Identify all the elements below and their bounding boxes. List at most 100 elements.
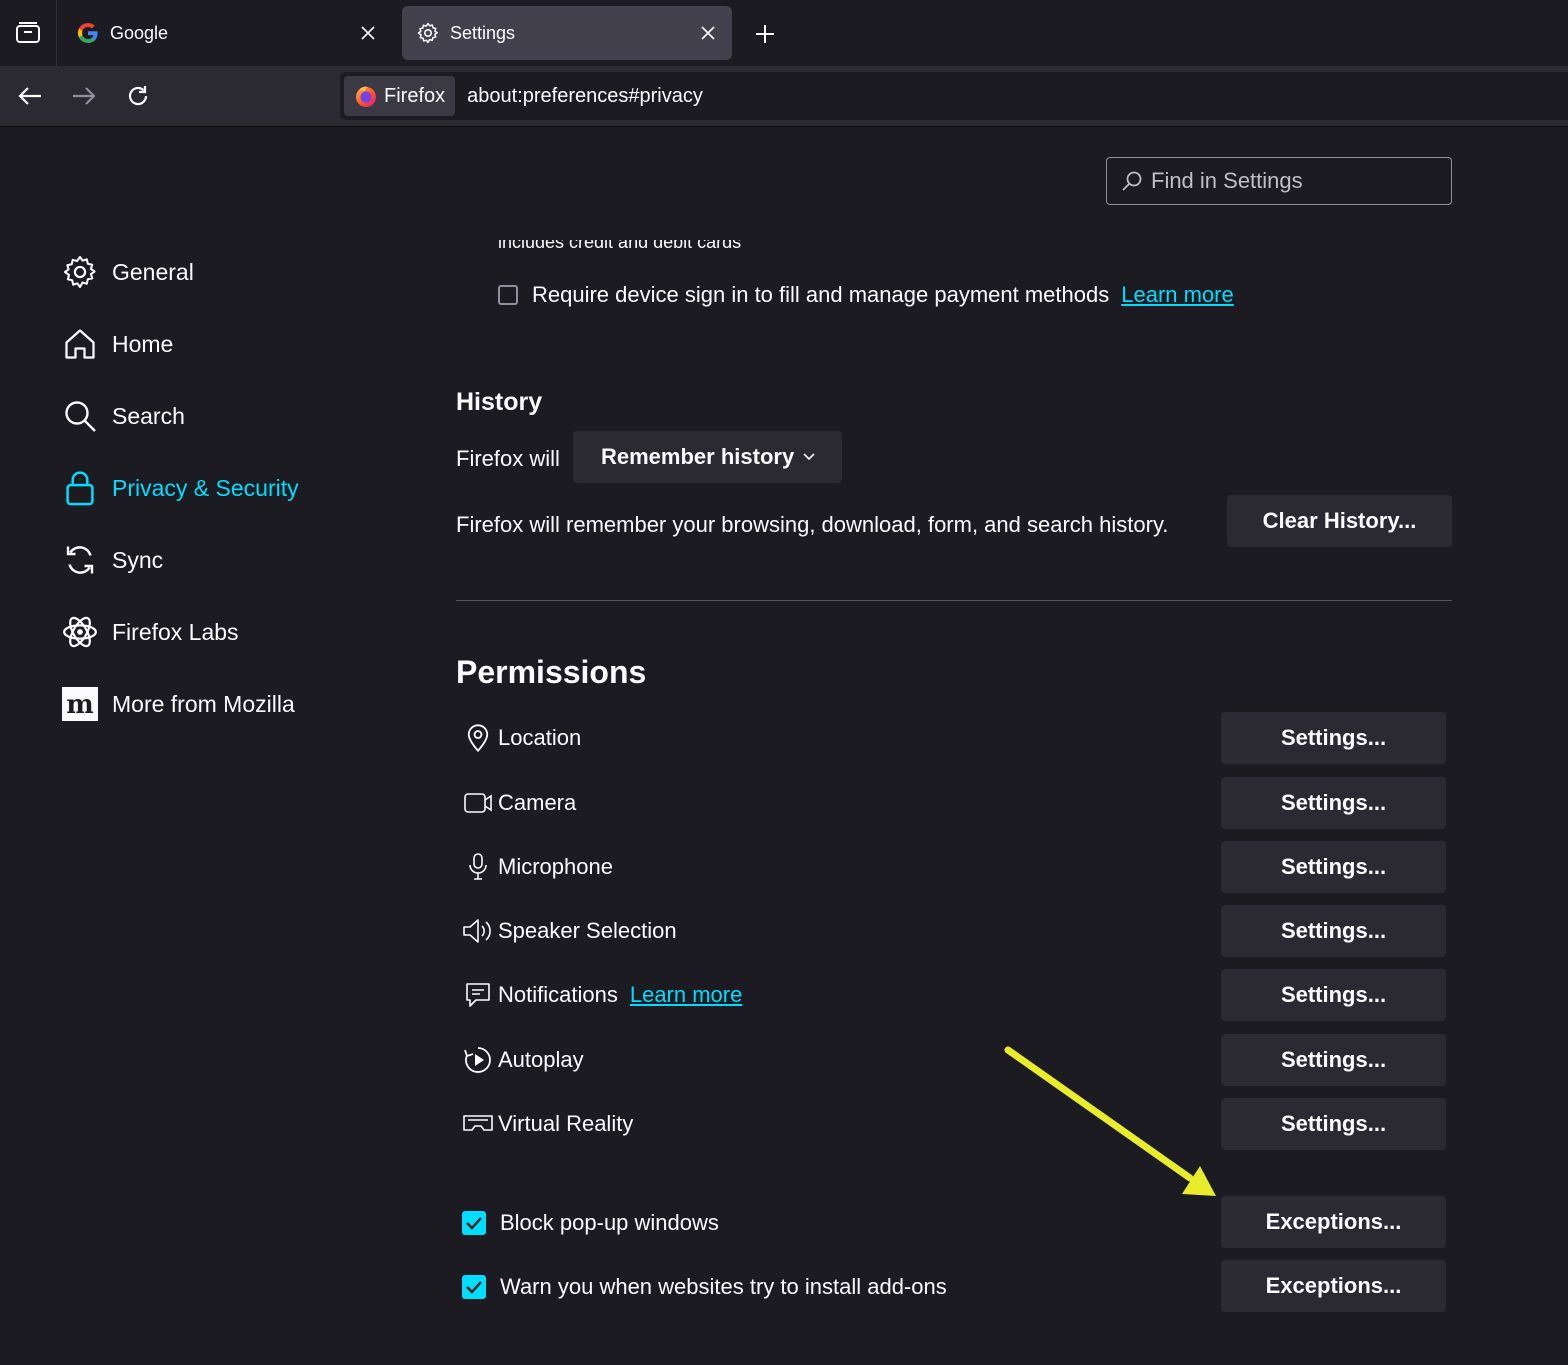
- history-description: Firefox will remember your browsing, dow…: [456, 512, 1169, 537]
- search-icon: [60, 396, 100, 436]
- block-popups-label[interactable]: Block pop-up windows: [500, 1210, 719, 1236]
- permission-label: Microphone: [498, 854, 613, 879]
- camera-icon: [462, 787, 494, 819]
- url-text[interactable]: about:preferences#privacy: [467, 85, 703, 108]
- sidebar-item-label: Search: [112, 402, 185, 429]
- permission-speaker-selection: Speaker Selection: [456, 905, 677, 957]
- permission-label: Notifications: [498, 982, 618, 1007]
- tab-settings[interactable]: Settings: [402, 6, 732, 60]
- clear-history-button[interactable]: Clear History...: [1227, 495, 1452, 547]
- addons-exceptions-button[interactable]: Exceptions...: [1221, 1260, 1446, 1312]
- mozilla-icon: m: [60, 684, 100, 724]
- location-icon: [462, 722, 494, 754]
- forward-button[interactable]: [66, 78, 102, 114]
- url-bar[interactable]: Firefox about:preferences#privacy: [340, 72, 1568, 120]
- close-tab-button[interactable]: [692, 17, 724, 49]
- navigation-toolbar: Firefox about:preferences#privacy: [0, 66, 1568, 127]
- find-in-settings-input[interactable]: [1149, 167, 1433, 195]
- sidebar-item-general[interactable]: General: [60, 244, 390, 300]
- permission-notifications: Notifications Learn more: [456, 969, 742, 1021]
- warn-addons-checkbox[interactable]: [462, 1275, 486, 1299]
- history-mode-dropdown[interactable]: Remember history: [573, 431, 843, 483]
- svg-text:m: m: [66, 690, 94, 720]
- firefox-will-label: Firefox will: [456, 446, 560, 471]
- home-icon: [60, 324, 100, 364]
- tab-title: Settings: [450, 22, 516, 43]
- warn-addons-row: Warn you when websites try to install ad…: [462, 1272, 947, 1302]
- lock-icon: [60, 468, 100, 508]
- sidebar-item-more-from-mozilla[interactable]: m More from Mozilla: [60, 676, 390, 732]
- tab-list-button[interactable]: [0, 0, 57, 66]
- warn-addons-label[interactable]: Warn you when websites try to install ad…: [500, 1274, 947, 1300]
- speaker-icon: [462, 915, 494, 947]
- require-signin-checkbox[interactable]: [498, 285, 518, 305]
- tab-list-icon: [15, 21, 41, 45]
- close-icon: [701, 26, 715, 40]
- history-heading: History: [456, 388, 543, 416]
- camera-settings-button[interactable]: Settings...: [1221, 777, 1446, 829]
- search-icon: [1121, 170, 1143, 192]
- sidebar-item-label: More from Mozilla: [112, 690, 295, 717]
- sidebar-item-label: Home: [112, 330, 174, 357]
- location-settings-button[interactable]: Settings...: [1221, 712, 1446, 764]
- notifications-settings-button[interactable]: Settings...: [1221, 969, 1446, 1021]
- checkmark-icon: [466, 1217, 482, 1230]
- autoplay-icon: [462, 1044, 494, 1076]
- permissions-heading: Permissions: [456, 654, 647, 690]
- permission-label: Camera: [498, 790, 577, 815]
- section-divider: [456, 600, 1452, 601]
- identity-box[interactable]: Firefox: [344, 76, 456, 116]
- close-tab-button[interactable]: [352, 17, 384, 49]
- sidebar-item-search[interactable]: Search: [60, 388, 390, 444]
- new-tab-button[interactable]: [748, 17, 782, 51]
- permission-label: Location: [498, 725, 582, 750]
- sidebar-item-home[interactable]: Home: [60, 316, 390, 372]
- tab-title: Google: [110, 22, 169, 43]
- notifications-learn-more-link[interactable]: Learn more: [630, 982, 743, 1008]
- sidebar-item-sync[interactable]: Sync: [60, 532, 390, 588]
- permission-microphone: Microphone: [456, 841, 613, 893]
- permission-label: Virtual Reality: [498, 1111, 634, 1136]
- find-in-settings[interactable]: [1106, 157, 1452, 205]
- reload-button[interactable]: [120, 78, 156, 114]
- microphone-icon: [462, 851, 494, 883]
- speaker-settings-button[interactable]: Settings...: [1221, 905, 1446, 957]
- tab-google[interactable]: Google: [62, 6, 392, 60]
- notification-icon: [462, 979, 494, 1011]
- autoplay-settings-button[interactable]: Settings...: [1221, 1034, 1446, 1086]
- block-popups-row: Block pop-up windows: [462, 1208, 719, 1238]
- permission-label: Autoplay: [498, 1047, 584, 1072]
- tab-strip: Google Settings: [0, 0, 1568, 66]
- permission-virtual-reality: Virtual Reality: [456, 1098, 633, 1150]
- labs-icon: [60, 612, 100, 652]
- permission-camera: Camera: [456, 777, 576, 829]
- sync-icon: [60, 540, 100, 580]
- close-icon: [361, 26, 375, 40]
- sidebar-item-label: Firefox Labs: [112, 618, 239, 645]
- back-button[interactable]: [12, 78, 48, 114]
- plus-icon: [756, 25, 774, 43]
- permission-label: Speaker Selection: [498, 918, 677, 943]
- history-mode-value: Remember history: [601, 444, 795, 469]
- gear-icon: [60, 252, 100, 292]
- require-signin-label[interactable]: Require device sign in to fill and manag…: [532, 282, 1109, 308]
- block-popups-checkbox[interactable]: [462, 1211, 486, 1235]
- require-signin-row: Require device sign in to fill and manag…: [498, 280, 1234, 310]
- sidebar-item-label: Privacy & Security: [112, 474, 299, 501]
- identity-label: Firefox: [384, 84, 446, 107]
- checkmark-icon: [466, 1281, 482, 1294]
- vr-settings-button[interactable]: Settings...: [1221, 1098, 1446, 1150]
- arrow-left-icon: [18, 87, 41, 105]
- sidebar-item-firefox-labs[interactable]: Firefox Labs: [60, 604, 390, 660]
- vr-icon: [462, 1108, 494, 1140]
- reload-icon: [128, 86, 148, 106]
- permission-location: Location: [456, 712, 581, 764]
- microphone-settings-button[interactable]: Settings...: [1221, 841, 1446, 893]
- payment-note-clipped: includes credit and debit cards: [498, 240, 742, 252]
- popup-exceptions-button[interactable]: Exceptions...: [1221, 1196, 1446, 1248]
- firefox-logo-icon: [354, 84, 378, 108]
- sidebar-item-label: Sync: [112, 546, 164, 573]
- sidebar-item-privacy-security[interactable]: Privacy & Security: [60, 460, 390, 516]
- gear-icon: [416, 21, 440, 45]
- learn-more-link[interactable]: Learn more: [1121, 282, 1234, 308]
